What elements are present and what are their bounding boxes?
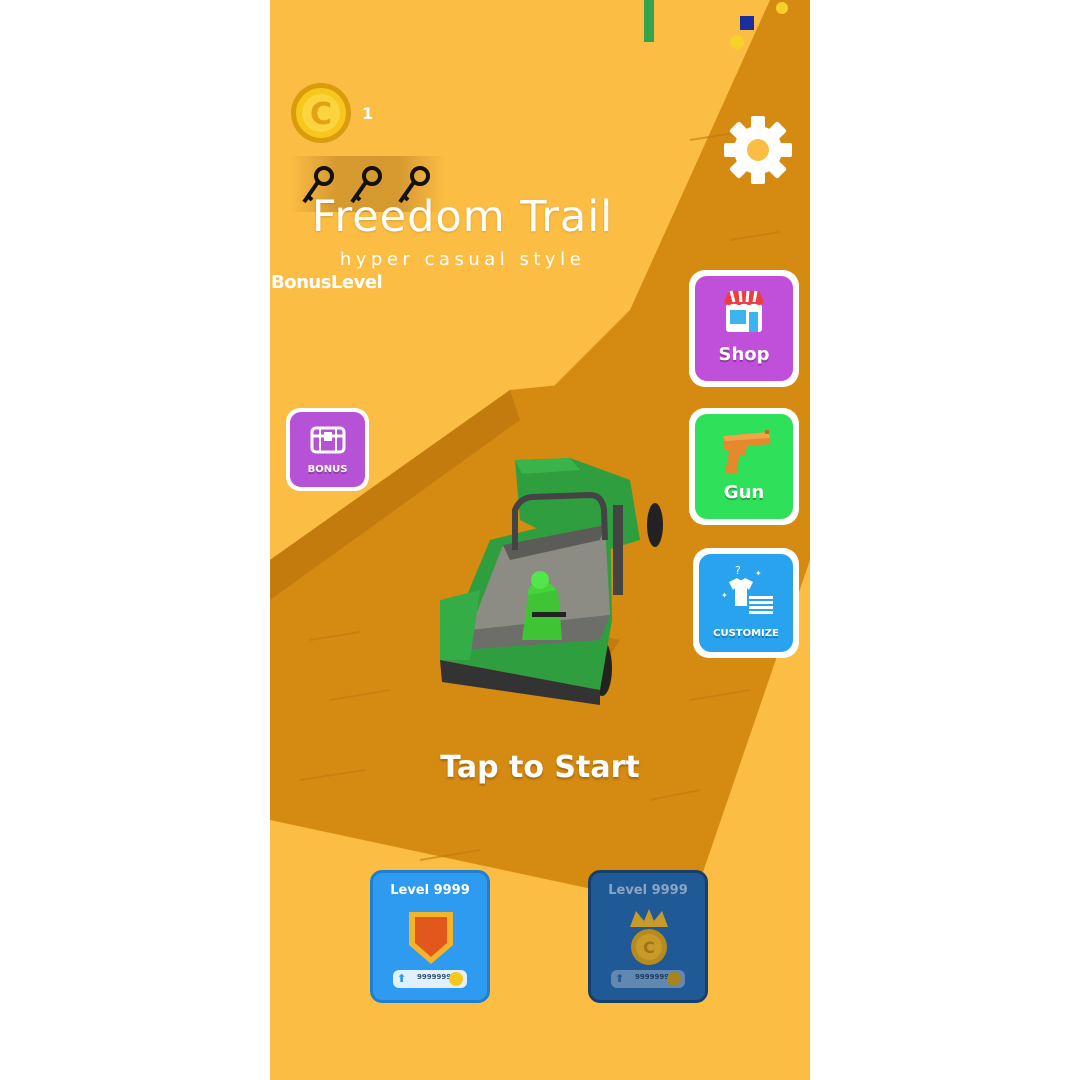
shop-button[interactable]: Shop (689, 270, 799, 387)
coin-small-icon (449, 972, 463, 986)
svg-text:✦: ✦ (721, 591, 728, 600)
game-title: Freedom Trail (311, 192, 614, 242)
settings-button[interactable] (722, 114, 794, 186)
gun-button[interactable]: Gun (689, 408, 799, 525)
pistol-icon (723, 430, 771, 474)
shop-button-label: Shop (718, 344, 770, 365)
level-progress-value: 9999999 (417, 973, 452, 981)
shirt-icon: ? ✦ ✦ (721, 564, 773, 614)
arrow-up-icon: ⬆ (397, 972, 407, 985)
gear-icon (724, 116, 792, 184)
level-progress-bar: ⬆ 9999999 (611, 970, 685, 988)
shield-badge-icon (409, 912, 453, 964)
svg-text:?: ? (735, 564, 741, 577)
game-screen[interactable]: C 1 Freedom Trail hyper casual style Bon… (270, 0, 810, 1080)
bonus-button-label: BONUS (307, 464, 348, 475)
svg-text:C: C (643, 938, 655, 957)
coin-count: 1 (362, 104, 374, 123)
arrow-up-icon: ⬆ (615, 972, 625, 985)
cactus-prop (644, 0, 654, 42)
store-icon (724, 290, 764, 332)
bonus-level-label: BonusLevel (271, 272, 383, 293)
level-progress-bar: ⬆ 9999999 (393, 970, 467, 988)
bonus-button[interactable]: BONUS (286, 408, 369, 491)
level-card-title: Level 9999 (608, 883, 688, 898)
level-card-active[interactable]: Level 9999 ⬆ 9999999 (370, 870, 490, 1003)
customize-button-label: CUSTOMIZE (713, 628, 779, 639)
coin-small-icon (667, 972, 681, 986)
game-subtitle: hyper casual style (339, 249, 586, 270)
tap-to-start-prompt[interactable]: Tap to Start (270, 750, 810, 785)
crown-coin-icon: C (630, 909, 668, 965)
coin-icon: C (290, 82, 352, 144)
customize-button[interactable]: ? ✦ ✦ CUSTOMIZE (693, 548, 799, 658)
gun-button-label: Gun (723, 482, 765, 503)
level-progress-value: 9999999 (635, 973, 670, 981)
level-card-title: Level 9999 (390, 883, 470, 898)
chest-icon (310, 426, 346, 454)
level-card-locked[interactable]: Level 9999 C ⬆ 9999999 (588, 870, 708, 1003)
svg-text:✦: ✦ (755, 569, 762, 578)
coin-letter: C (310, 97, 332, 132)
